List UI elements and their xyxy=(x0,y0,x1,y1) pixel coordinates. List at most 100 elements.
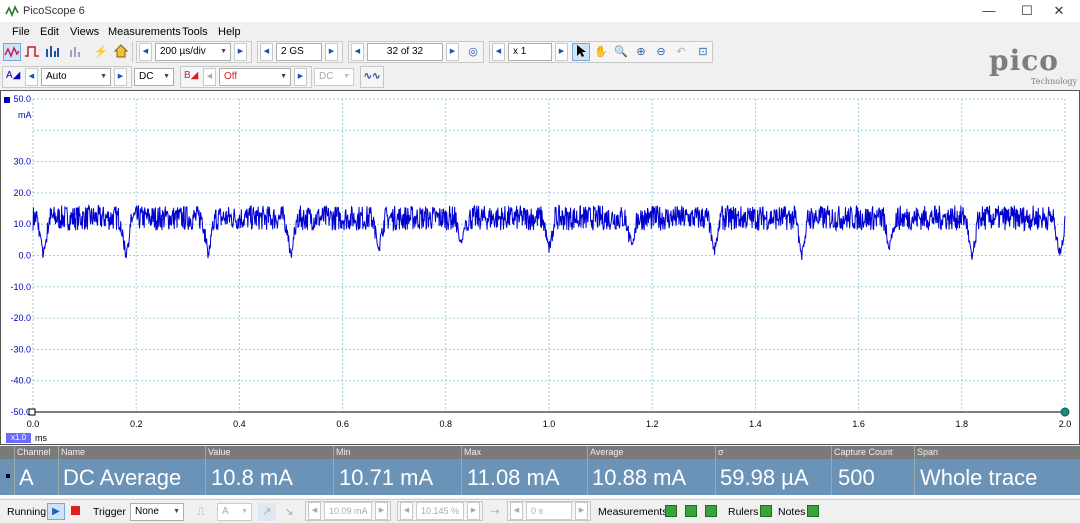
trigger-mode: None xyxy=(135,506,159,517)
pre-trigger-decrease-button: ◀ xyxy=(400,502,413,520)
y-tick-label: 20.0 xyxy=(13,188,31,198)
pointer-tool-icon[interactable] xyxy=(572,43,590,61)
math-channel-group: ∿∿ xyxy=(360,66,384,88)
header-capture-count: Capture Count xyxy=(834,447,893,457)
header-value: Value xyxy=(208,447,231,457)
threshold-increase-button: ▶ xyxy=(375,502,388,520)
zoom-out-icon[interactable]: ⊖ xyxy=(652,43,670,61)
y-tick-label: -30.0 xyxy=(10,344,31,354)
menu-edit[interactable]: Edit xyxy=(40,26,59,38)
x-tick-label: 1.0 xyxy=(543,419,556,429)
delay-value: 0 s xyxy=(531,506,544,516)
zoom-overview-icon[interactable]: ⊡ xyxy=(694,43,712,61)
channel-b-coupling: DC xyxy=(319,71,334,82)
rulers-button[interactable] xyxy=(760,505,772,517)
cell-span: Whole trace xyxy=(920,465,1038,490)
measurements-header: Channel Name Value Min Max Average σ Cap… xyxy=(0,446,1080,459)
chevron-down-icon: ▼ xyxy=(343,73,350,80)
edit-measurement-button[interactable] xyxy=(685,505,697,517)
menu-tools[interactable]: Tools xyxy=(182,26,208,38)
channel-b-options[interactable]: B◢ xyxy=(184,70,200,85)
zoom-decrease-button[interactable]: ◀ xyxy=(492,43,505,61)
cell-name: DC Average xyxy=(63,465,182,490)
main-toolbar: ⚡ ◀ 200 µs/div ▼ ▶ ◀ 2 GS ▶ ◀ 32 of 32 ▶ … xyxy=(0,41,990,63)
math-channels-icon[interactable]: ∿∿ xyxy=(363,68,381,86)
ruler-handle[interactable] xyxy=(1060,407,1070,417)
channel-b-range-increase[interactable]: ▶ xyxy=(294,68,307,86)
buffer-previous-button[interactable]: ◀ xyxy=(351,43,364,61)
x-tick-label: 0.0 xyxy=(27,419,40,429)
cell-value: 10.8 mA xyxy=(211,465,293,490)
channel-a-coupling: DC xyxy=(139,71,154,82)
notes-button[interactable] xyxy=(807,505,819,517)
menu-file[interactable]: File xyxy=(12,26,30,38)
start-button[interactable]: ▶ xyxy=(47,503,65,520)
post-trigger-icon: ⇢ xyxy=(490,506,500,518)
timebase-select[interactable]: 200 µs/div ▼ xyxy=(155,43,231,61)
scope-mode-icon[interactable] xyxy=(3,43,21,61)
timebase-decrease-button[interactable]: ◀ xyxy=(139,43,152,61)
persistence-mode-icon[interactable] xyxy=(23,43,41,61)
channel-a-range-decrease[interactable]: ◀ xyxy=(25,68,38,86)
menu-measurements[interactable]: Measurements xyxy=(108,26,181,38)
falling-edge-icon: ↘ xyxy=(284,506,294,518)
trigger-mode-select[interactable]: None ▼ xyxy=(130,503,184,521)
chevron-down-icon: ▼ xyxy=(173,508,180,515)
threshold-decrease-button: ◀ xyxy=(308,502,321,520)
table-row[interactable]: A DC Average 10.8 mA 10.71 mA 11.08 mA 1… xyxy=(0,459,1080,495)
timebase-increase-button[interactable]: ▶ xyxy=(234,43,247,61)
menu-help[interactable]: Help xyxy=(218,26,241,38)
samples-select[interactable]: 2 GS xyxy=(276,43,322,61)
status-bar: Running ▶ Trigger None ▼ ⎍ A ▼ ↗ ↘ ◀ 10.09… xyxy=(0,499,1080,523)
notes-label: Notes xyxy=(778,506,806,518)
samples-increase-button[interactable]: ▶ xyxy=(325,43,338,61)
header-max: Max xyxy=(464,447,482,457)
samples-decrease-button[interactable]: ◀ xyxy=(260,43,273,61)
row-selector xyxy=(6,474,10,478)
zoom-area-icon[interactable]: 🔍 xyxy=(612,43,630,61)
home-icon[interactable] xyxy=(112,43,130,61)
running-label: Running xyxy=(7,506,47,518)
auto-setup-icon[interactable]: ⚡ xyxy=(92,43,110,61)
buffer-next-button[interactable]: ▶ xyxy=(446,43,459,61)
chevron-down-icon: ▼ xyxy=(241,508,248,515)
header-channel: Channel xyxy=(17,447,51,457)
header-name: Name xyxy=(61,447,86,457)
scope-view[interactable]: mA 50.0 30.0 20.0 10.0 0.0 -10.0 -20.0 -30.0 -40… xyxy=(0,90,1080,445)
buffer-position[interactable]: 32 of 32 xyxy=(367,43,443,61)
channel-a-options[interactable]: A◢ xyxy=(6,70,22,85)
channel-a-label: A xyxy=(6,70,13,81)
add-measurement-button[interactable] xyxy=(665,505,677,517)
x-tick-label: 0.2 xyxy=(130,419,143,429)
delay-field: 0 s xyxy=(526,502,572,520)
zero-marker[interactable] xyxy=(28,408,36,416)
title-bar: PicoScope 6 — ☐ ✕ xyxy=(0,0,1080,22)
delete-measurement-button[interactable] xyxy=(705,505,717,517)
waveform-plot[interactable]: 50.0 30.0 20.0 10.0 0.0 -10.0 -20.0 -30.0 -40.0 -… xyxy=(1,91,1079,444)
channel-b-range-decrease[interactable]: ◀ xyxy=(203,68,216,86)
x-tick-label: 1.8 xyxy=(956,419,969,429)
threshold-field: 10.09 mA xyxy=(324,502,372,520)
channel-b-range-select[interactable]: Off ▼ xyxy=(219,68,291,86)
cell-capture-count: 500 xyxy=(838,465,875,490)
trigger-channel-select: A ▼ xyxy=(217,503,252,521)
menu-views[interactable]: Views xyxy=(70,26,99,38)
spectrum-mode-icon[interactable] xyxy=(43,43,61,61)
close-button[interactable]: ✕ xyxy=(1036,0,1080,22)
cell-average: 10.88 mA xyxy=(592,465,687,490)
channel-a-coupling-select[interactable]: DC ▼ xyxy=(134,68,174,86)
channel-a-range-increase[interactable]: ▶ xyxy=(114,68,127,86)
chevron-down-icon: ▼ xyxy=(100,73,107,80)
stop-button[interactable] xyxy=(70,505,82,517)
channel-a-range-select[interactable]: Auto ▼ xyxy=(41,68,111,86)
y-tick-label: 0.0 xyxy=(18,251,31,261)
zoom-increase-button[interactable]: ▶ xyxy=(555,43,568,61)
zoom-in-icon[interactable]: ⊕ xyxy=(632,43,650,61)
channel-b-range: Off xyxy=(224,71,238,82)
x-axis-unit: ms xyxy=(35,433,47,443)
hand-tool-icon[interactable]: ✋ xyxy=(592,43,610,61)
y-tick-label: 30.0 xyxy=(13,157,31,167)
x-scale-badge[interactable]: x1.0 xyxy=(6,433,31,443)
zoom-select[interactable]: x 1 xyxy=(508,43,552,61)
buffer-navigator-icon[interactable]: ◎ xyxy=(464,43,482,61)
